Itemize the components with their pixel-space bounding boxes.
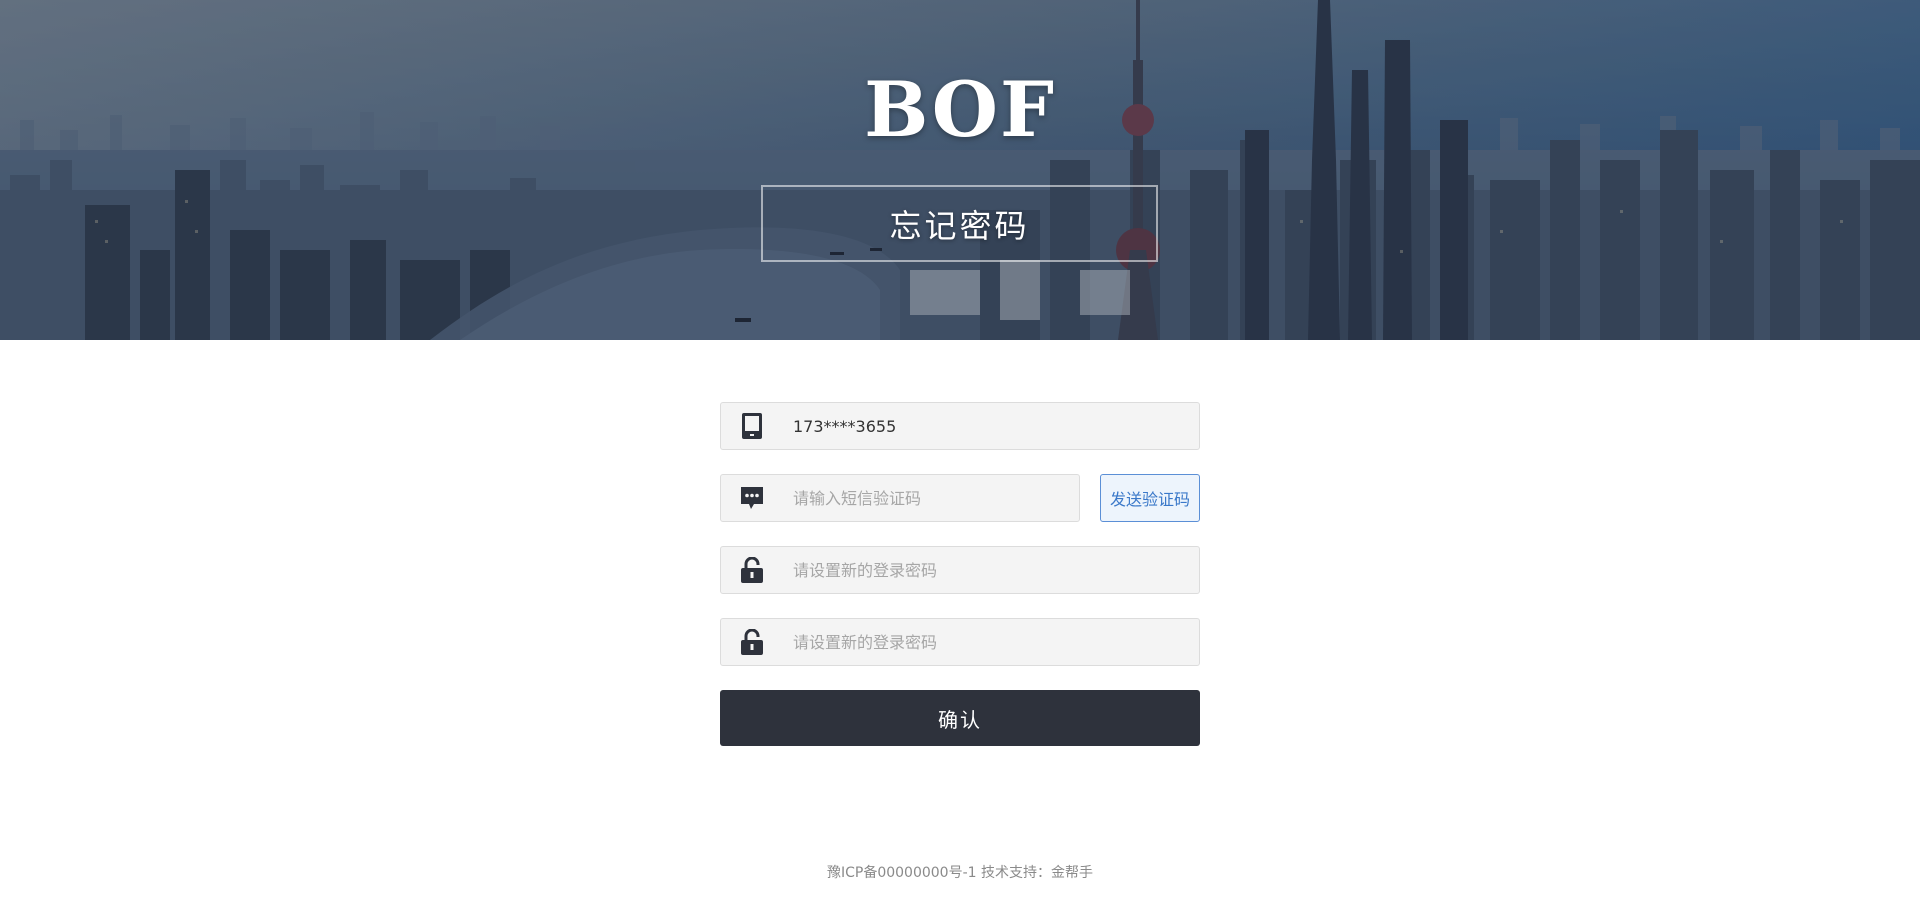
sms-code-input[interactable] — [783, 475, 1079, 521]
mobile-phone-icon — [721, 403, 783, 449]
header-banner: BOF 忘记密码 — [0, 0, 1920, 340]
unlock-icon — [721, 619, 783, 665]
new-password-input[interactable] — [783, 547, 1199, 593]
send-code-button[interactable]: 发送验证码 — [1100, 474, 1200, 522]
brand-logo: BOF — [864, 65, 1056, 154]
phone-row — [720, 402, 1200, 450]
sms-code-field-wrapper — [720, 474, 1080, 522]
confirm-button[interactable]: 确认 — [720, 690, 1200, 746]
forgot-password-form: 发送验证码 确认 — [720, 402, 1200, 746]
new-password-row — [720, 546, 1200, 594]
page-title-box: 忘记密码 — [761, 185, 1158, 262]
confirm-password-field-wrapper — [720, 618, 1200, 666]
footer-icp-text: 豫ICP备00000000号-1 技术支持：金帮手 — [826, 865, 1093, 881]
page-title: 忘记密码 — [889, 206, 1030, 245]
phone-input[interactable] — [783, 403, 1199, 449]
banner-overlay — [0, 0, 1920, 340]
sms-code-row: 发送验证码 — [720, 474, 1200, 522]
phone-field-wrapper — [720, 402, 1200, 450]
unlock-icon — [721, 547, 783, 593]
confirm-password-input[interactable] — [783, 619, 1199, 665]
new-password-field-wrapper — [720, 546, 1200, 594]
confirm-password-row — [720, 618, 1200, 666]
message-icon — [721, 475, 783, 521]
